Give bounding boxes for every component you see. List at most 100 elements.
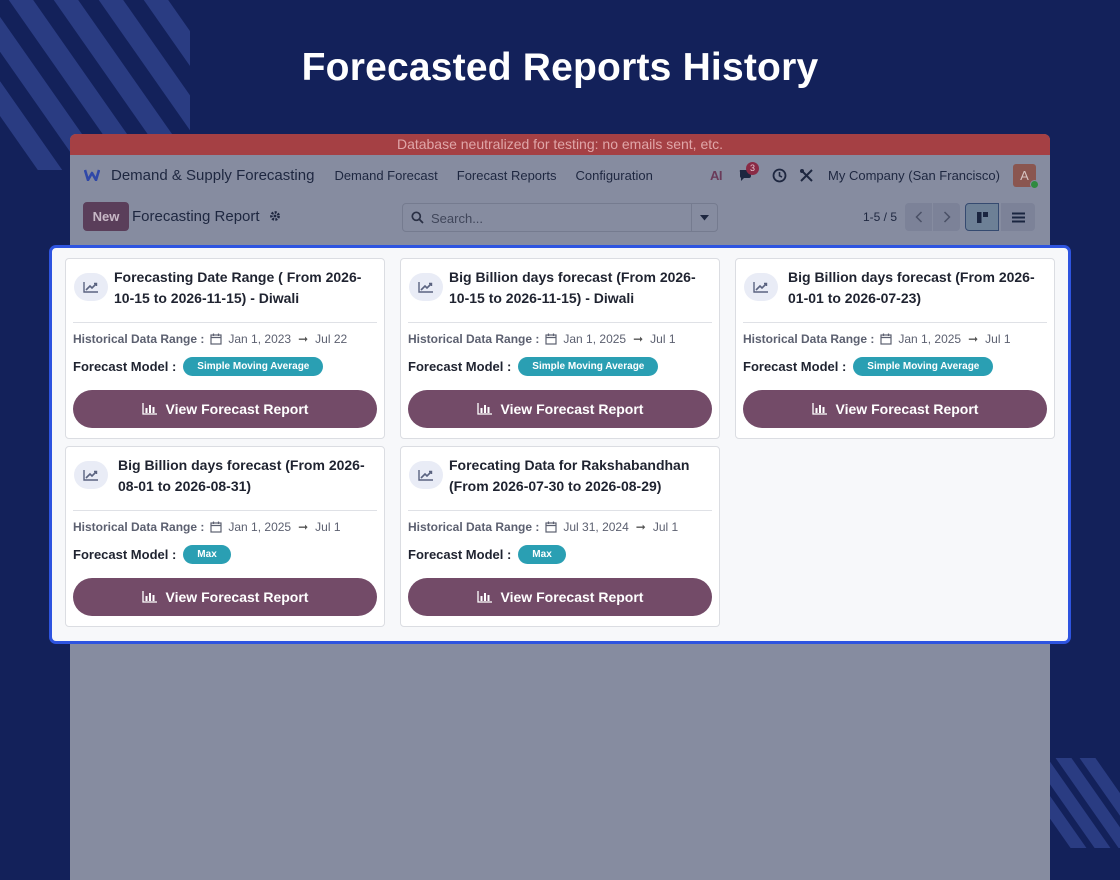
user-avatar[interactable]: A xyxy=(1013,163,1039,189)
activity-clock-icon[interactable] xyxy=(772,168,787,183)
app-logo-icon[interactable] xyxy=(84,166,102,184)
card-title[interactable]: Forecating Data for Rakshabandhan (From … xyxy=(449,455,711,497)
search-options-toggle[interactable] xyxy=(691,204,717,231)
menu-configuration[interactable]: Configuration xyxy=(575,168,652,183)
bar-chart-icon xyxy=(141,403,157,415)
forecast-model-badge: Max xyxy=(518,545,566,564)
forecast-model-badge: Max xyxy=(183,545,231,564)
forecast-model-row: Forecast Model : Simple Moving Average xyxy=(73,357,324,376)
calendar-icon xyxy=(210,521,222,533)
search-input[interactable] xyxy=(431,209,686,227)
view-forecast-report-button[interactable]: View Forecast Report xyxy=(408,578,712,616)
range-start-date: Jan 1, 2025 xyxy=(898,332,962,346)
historical-range-label: Historical Data Range : xyxy=(408,332,540,346)
range-start-date: Jan 1, 2025 xyxy=(563,332,627,346)
card-divider xyxy=(408,322,712,323)
forecast-report-card[interactable]: Big Billion days forecast (From 2026-01-… xyxy=(735,258,1055,439)
caret-down-icon xyxy=(700,214,709,220)
bar-chart-icon xyxy=(811,403,827,415)
chevron-right-icon xyxy=(943,211,951,223)
historical-range: Historical Data Range : Jan 1, 2025 ➞ Jul 1 xyxy=(743,332,1011,346)
search-bar xyxy=(402,203,718,232)
neutralized-banner: Database neutralized for testing: no ema… xyxy=(70,134,1050,155)
arrow-right-icon: ➞ xyxy=(298,520,309,534)
card-title[interactable]: Big Billion days forecast (From 2026-08-… xyxy=(118,455,376,497)
calendar-icon xyxy=(210,333,222,345)
card-title[interactable]: Big Billion days forecast (From 2026-01-… xyxy=(788,267,1046,309)
bar-chart-icon xyxy=(141,591,157,603)
forecast-model-label: Forecast Model : xyxy=(73,547,177,562)
gear-icon[interactable] xyxy=(269,209,281,226)
top-navbar: Demand & Supply Forecasting Demand Forec… xyxy=(70,155,1050,195)
avatar-initial: A xyxy=(1020,167,1029,183)
trend-chart-icon xyxy=(409,273,443,301)
forecast-model-label: Forecast Model : xyxy=(408,547,512,562)
trend-chart-icon xyxy=(74,273,108,301)
view-forecast-report-button[interactable]: View Forecast Report xyxy=(743,390,1047,428)
forecast-model-badge: Simple Moving Average xyxy=(518,357,659,376)
forecast-model-badge: Simple Moving Average xyxy=(183,357,324,376)
trend-chart-icon xyxy=(409,461,443,489)
card-title[interactable]: Big Billion days forecast (From 2026-10-… xyxy=(449,267,711,309)
view-forecast-report-label: View Forecast Report xyxy=(500,589,644,605)
pager-next-button[interactable] xyxy=(933,203,960,231)
card-title[interactable]: Forecasting Date Range ( From 2026-10-15… xyxy=(114,267,376,309)
arrow-right-icon: ➞ xyxy=(635,520,646,534)
kanban-view-button[interactable] xyxy=(965,203,999,231)
trend-chart-icon xyxy=(74,461,108,489)
forecast-model-label: Forecast Model : xyxy=(743,359,847,374)
search-icon xyxy=(411,211,424,229)
card-divider xyxy=(408,510,712,511)
forecast-model-label: Forecast Model : xyxy=(73,359,177,374)
control-panel: New Forecasting Report 1-5 / 5 xyxy=(70,195,1050,239)
historical-range: Historical Data Range : Jan 1, 2023 ➞ Jul 2… xyxy=(73,332,347,346)
range-start-date: Jul 31, 2024 xyxy=(563,520,629,534)
view-forecast-report-button[interactable]: View Forecast Report xyxy=(408,390,712,428)
forecast-model-label: Forecast Model : xyxy=(408,359,512,374)
menu-forecast-reports[interactable]: Forecast Reports xyxy=(457,168,557,183)
menu-demand-forecast[interactable]: Demand Forecast xyxy=(334,168,437,183)
bar-chart-icon xyxy=(476,591,492,603)
historical-range-label: Historical Data Range : xyxy=(408,520,540,534)
historical-range: Historical Data Range : Jan 1, 2025 ➞ Jul 1 xyxy=(73,520,341,534)
view-forecast-report-label: View Forecast Report xyxy=(835,401,979,417)
calendar-icon xyxy=(545,333,557,345)
historical-range-label: Historical Data Range : xyxy=(73,332,205,346)
view-forecast-report-label: View Forecast Report xyxy=(165,401,309,417)
list-view-button[interactable] xyxy=(1001,203,1035,231)
decorative-stripes-bottom-right xyxy=(1050,758,1120,848)
forecast-model-row: Forecast Model : Max xyxy=(408,545,566,564)
forecast-report-card[interactable]: Forecasting Date Range ( From 2026-10-15… xyxy=(65,258,385,439)
range-end-date: Jul 1 xyxy=(985,332,1011,346)
debug-tools-icon[interactable] xyxy=(799,168,814,183)
breadcrumb-title: Forecasting Report xyxy=(132,208,260,225)
historical-range-label: Historical Data Range : xyxy=(73,520,205,534)
breadcrumb: Forecasting Report xyxy=(132,208,281,226)
company-switcher[interactable]: My Company (San Francisco) xyxy=(828,168,1000,183)
chat-count-badge: 3 xyxy=(746,161,760,175)
pager-previous-button[interactable] xyxy=(905,203,932,231)
forecast-model-row: Forecast Model : Simple Moving Average xyxy=(408,357,659,376)
forecast-model-row: Forecast Model : Max xyxy=(73,545,231,564)
historical-range: Historical Data Range : Jan 1, 2025 ➞ Jul 1 xyxy=(408,332,676,346)
view-forecast-report-button[interactable]: View Forecast Report xyxy=(73,578,377,616)
trend-chart-icon xyxy=(744,273,778,301)
kanban-icon xyxy=(976,211,988,223)
ai-icon[interactable]: AI xyxy=(710,168,723,183)
view-forecast-report-label: View Forecast Report xyxy=(500,401,644,417)
calendar-icon xyxy=(545,521,557,533)
app-brand-name[interactable]: Demand & Supply Forecasting xyxy=(111,167,314,184)
forecast-report-card[interactable]: Big Billion days forecast (From 2026-10-… xyxy=(400,258,720,439)
view-forecast-report-button[interactable]: View Forecast Report xyxy=(73,390,377,428)
range-end-date: Jul 1 xyxy=(650,332,676,346)
range-end-date: Jul 22 xyxy=(315,332,348,346)
card-divider xyxy=(73,510,377,511)
chevron-left-icon xyxy=(914,211,922,223)
pager-value[interactable]: 1-5 / 5 xyxy=(863,210,897,224)
forecast-report-card[interactable]: Forecating Data for Rakshabandhan (From … xyxy=(400,446,720,627)
online-status-dot xyxy=(1030,179,1039,189)
chat-icon[interactable]: 3 xyxy=(738,161,760,183)
forecast-report-card[interactable]: Big Billion days forecast (From 2026-08-… xyxy=(65,446,385,627)
historical-range-label: Historical Data Range : xyxy=(743,332,875,346)
new-button[interactable]: New xyxy=(83,202,129,231)
